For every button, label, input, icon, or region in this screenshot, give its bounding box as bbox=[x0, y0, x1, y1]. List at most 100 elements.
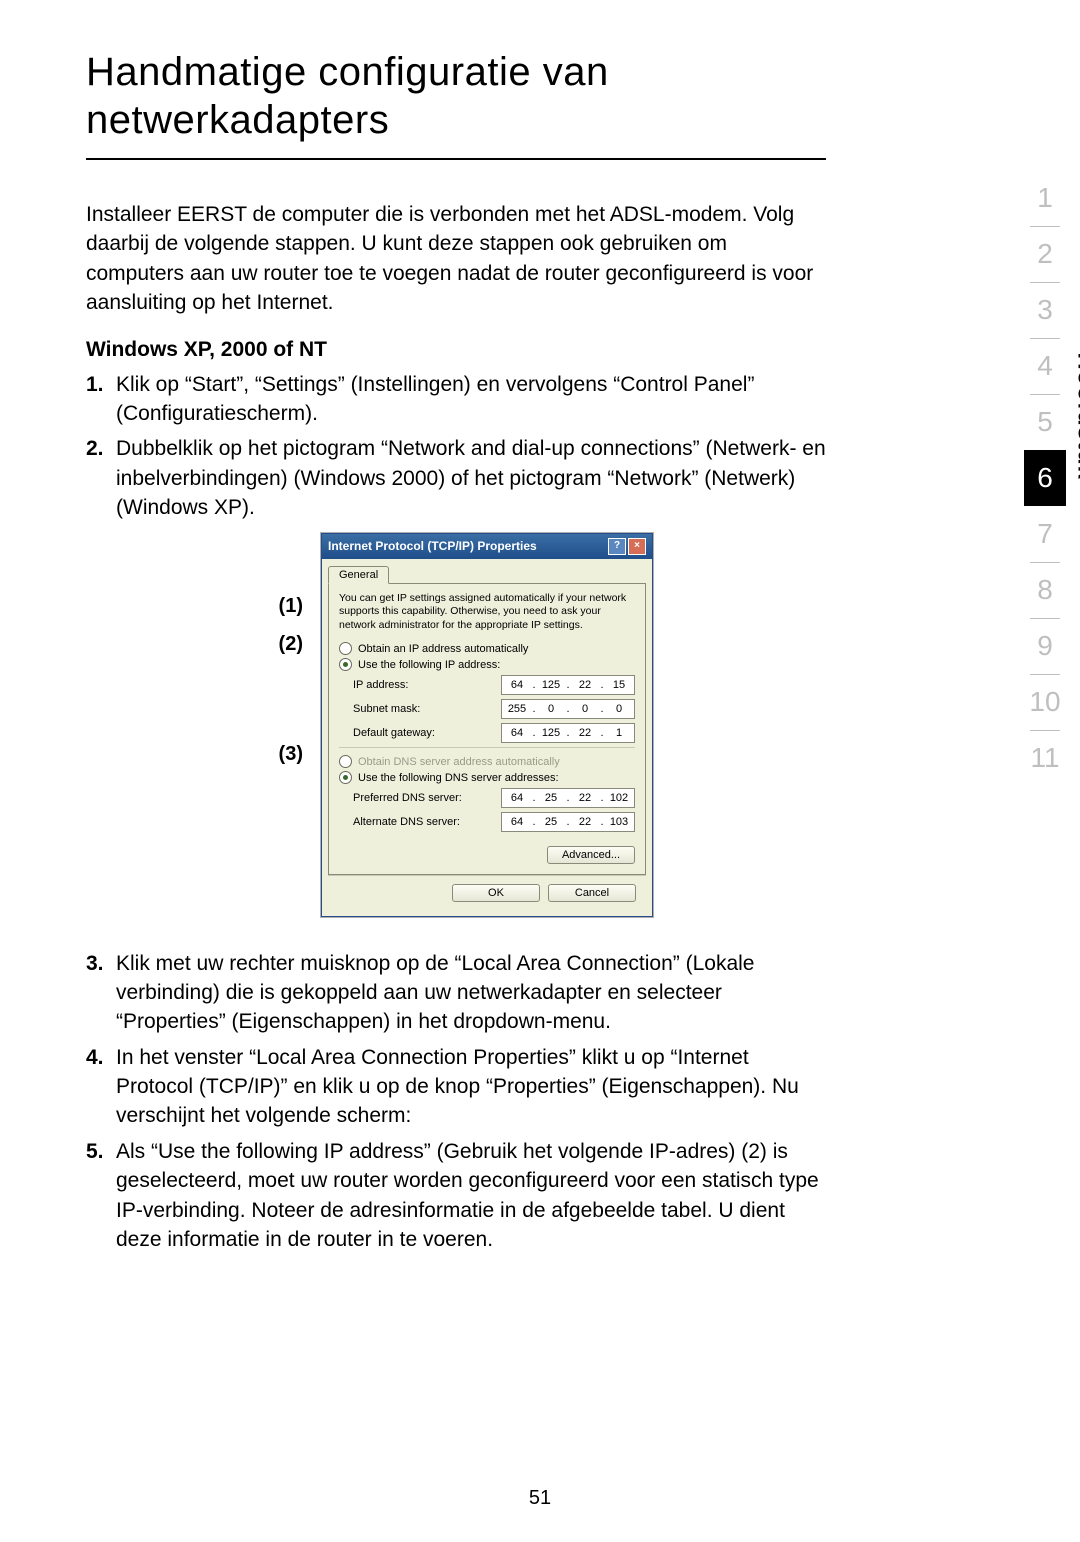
radio-obtain-ip-auto[interactable]: Obtain an IP address automatically bbox=[339, 642, 635, 655]
chapter-link-6-active[interactable]: 6 bbox=[1024, 450, 1066, 506]
ip-octet: 64 bbox=[502, 792, 532, 804]
advanced-button[interactable]: Advanced... bbox=[547, 846, 635, 864]
dns-group: Obtain DNS server address automatically … bbox=[339, 747, 635, 832]
cancel-button[interactable]: Cancel bbox=[548, 884, 636, 902]
field-alternate-dns: Alternate DNS server: 64. 25. 22. 103 bbox=[353, 812, 635, 832]
field-label: Preferred DNS server: bbox=[353, 792, 501, 804]
page-title: Handmatige configuratie van netwerkadapt… bbox=[86, 48, 826, 144]
ip-octet: 22 bbox=[570, 792, 600, 804]
ip-octet: 103 bbox=[604, 816, 634, 828]
ip-octet: 0 bbox=[604, 703, 634, 715]
chapter-link-10[interactable]: 10 bbox=[1024, 674, 1066, 730]
chapter-link-8[interactable]: 8 bbox=[1024, 562, 1066, 618]
radio-label: Use the following IP address: bbox=[358, 659, 500, 671]
field-label: Subnet mask: bbox=[353, 703, 501, 715]
radio-icon bbox=[339, 755, 352, 768]
ip-octet: 125 bbox=[536, 727, 566, 739]
radio-icon bbox=[339, 771, 352, 784]
chapter-link-1[interactable]: 1 bbox=[1024, 170, 1066, 226]
step-text: In het venster “Local Area Connection Pr… bbox=[116, 1043, 826, 1131]
document-page: Handmatige configuratie van netwerkadapt… bbox=[0, 0, 1080, 1542]
chapter-link-3[interactable]: 3 bbox=[1024, 282, 1066, 338]
field-subnet-mask: Subnet mask: 255. 0. 0. 0 bbox=[353, 699, 635, 719]
radio-label: Obtain an IP address automatically bbox=[358, 643, 528, 655]
ip-octet: 22 bbox=[570, 727, 600, 739]
callout-3: (3) bbox=[279, 743, 303, 766]
ip-octet: 22 bbox=[570, 816, 600, 828]
radio-icon bbox=[339, 642, 352, 655]
dialog-titlebar: Internet Protocol (TCP/IP) Properties ? … bbox=[322, 534, 652, 559]
advanced-row: Advanced... bbox=[339, 846, 635, 864]
sidebar-vertical-label: Hoofdstuk bbox=[1072, 352, 1080, 480]
chapter-link-11[interactable]: 11 bbox=[1024, 730, 1066, 786]
step-5: 5. Als “Use the following IP address” (G… bbox=[86, 1137, 826, 1255]
step-text: Als “Use the following IP address” (Gebr… bbox=[116, 1137, 826, 1255]
step-2: 2. Dubbelklik op het pictogram “Network … bbox=[86, 434, 826, 522]
page-number: 51 bbox=[0, 1487, 1080, 1510]
radio-label: Obtain DNS server address automatically bbox=[358, 756, 560, 768]
field-preferred-dns: Preferred DNS server: 64. 25. 22. 102 bbox=[353, 788, 635, 808]
default-gateway-input[interactable]: 64. 125. 22. 1 bbox=[501, 723, 635, 743]
chapter-link-9[interactable]: 9 bbox=[1024, 618, 1066, 674]
radio-icon bbox=[339, 658, 352, 671]
step-text: Klik met uw rechter muisknop op de “Loca… bbox=[116, 949, 826, 1037]
close-button[interactable]: × bbox=[628, 538, 646, 555]
ip-octet: 255 bbox=[502, 703, 532, 715]
step-number: 2. bbox=[86, 434, 116, 522]
field-ip-address: IP address: 64. 125. 22. 15 bbox=[353, 675, 635, 695]
chapter-link-5[interactable]: 5 bbox=[1024, 394, 1066, 450]
intro-paragraph: Installeer EERST de computer die is verb… bbox=[86, 200, 826, 318]
step-4: 4. In het venster “Local Area Connection… bbox=[86, 1043, 826, 1131]
ip-octet: 125 bbox=[536, 679, 566, 691]
dialog-panel: You can get IP settings assigned automat… bbox=[328, 583, 646, 876]
chapter-link-7[interactable]: 7 bbox=[1024, 506, 1066, 562]
field-label: Default gateway: bbox=[353, 727, 501, 739]
figure-row: (1) (2) (3) Internet Protocol (TCP/IP) P… bbox=[86, 533, 826, 933]
title-divider bbox=[86, 158, 826, 160]
field-label: IP address: bbox=[353, 679, 501, 691]
ok-button[interactable]: OK bbox=[452, 884, 540, 902]
ip-octet: 64 bbox=[502, 816, 532, 828]
ip-octet: 64 bbox=[502, 679, 532, 691]
ip-octet: 0 bbox=[536, 703, 566, 715]
callout-2: (2) bbox=[279, 633, 303, 656]
chapter-list: 1 2 3 4 5 6 7 8 9 10 11 bbox=[1010, 170, 1080, 786]
ip-octet: 1 bbox=[604, 727, 634, 739]
subheading: Windows XP, 2000 of NT bbox=[86, 338, 826, 362]
preferred-dns-input[interactable]: 64. 25. 22. 102 bbox=[501, 788, 635, 808]
chapter-link-2[interactable]: 2 bbox=[1024, 226, 1066, 282]
dialog-description: You can get IP settings assigned automat… bbox=[339, 592, 635, 633]
step-1: 1. Klik op “Start”, “Settings” (Instelli… bbox=[86, 370, 826, 429]
radio-use-dns[interactable]: Use the following DNS server addresses: bbox=[339, 771, 635, 784]
ip-address-input[interactable]: 64. 125. 22. 15 bbox=[501, 675, 635, 695]
tcpip-properties-dialog: Internet Protocol (TCP/IP) Properties ? … bbox=[321, 533, 653, 918]
field-default-gateway: Default gateway: 64. 125. 22. 1 bbox=[353, 723, 635, 743]
callout-1: (1) bbox=[279, 595, 303, 618]
step-number: 4. bbox=[86, 1043, 116, 1131]
step-3: 3. Klik met uw rechter muisknop op de “L… bbox=[86, 949, 826, 1037]
radio-obtain-dns-auto[interactable]: Obtain DNS server address automatically bbox=[339, 755, 635, 768]
radio-label: Use the following DNS server addresses: bbox=[358, 772, 559, 784]
step-number: 5. bbox=[86, 1137, 116, 1255]
tab-general[interactable]: General bbox=[328, 566, 389, 584]
subnet-mask-input[interactable]: 255. 0. 0. 0 bbox=[501, 699, 635, 719]
dialog-body: General You can get IP settings assigned… bbox=[322, 559, 652, 917]
ip-octet: 0 bbox=[570, 703, 600, 715]
figure-callouts: (1) (2) (3) bbox=[86, 533, 321, 933]
ip-octet: 25 bbox=[536, 816, 566, 828]
step-text: Dubbelklik op het pictogram “Network and… bbox=[116, 434, 826, 522]
step-number: 1. bbox=[86, 370, 116, 429]
help-button[interactable]: ? bbox=[608, 538, 626, 555]
ip-octet: 15 bbox=[604, 679, 634, 691]
ip-octet: 102 bbox=[604, 792, 634, 804]
dialog-footer: OK Cancel bbox=[328, 875, 646, 910]
alternate-dns-input[interactable]: 64. 25. 22. 103 bbox=[501, 812, 635, 832]
ip-octet: 25 bbox=[536, 792, 566, 804]
field-label: Alternate DNS server: bbox=[353, 816, 501, 828]
dialog-title: Internet Protocol (TCP/IP) Properties bbox=[328, 539, 537, 553]
radio-use-ip[interactable]: Use the following IP address: bbox=[339, 658, 635, 671]
chapter-link-4[interactable]: 4 bbox=[1024, 338, 1066, 394]
ip-octet: 22 bbox=[570, 679, 600, 691]
chapter-sidebar: 1 2 3 4 5 6 7 8 9 10 11 Hoofdstuk bbox=[1010, 170, 1080, 786]
main-content: Handmatige configuratie van netwerkadapt… bbox=[86, 48, 826, 1260]
